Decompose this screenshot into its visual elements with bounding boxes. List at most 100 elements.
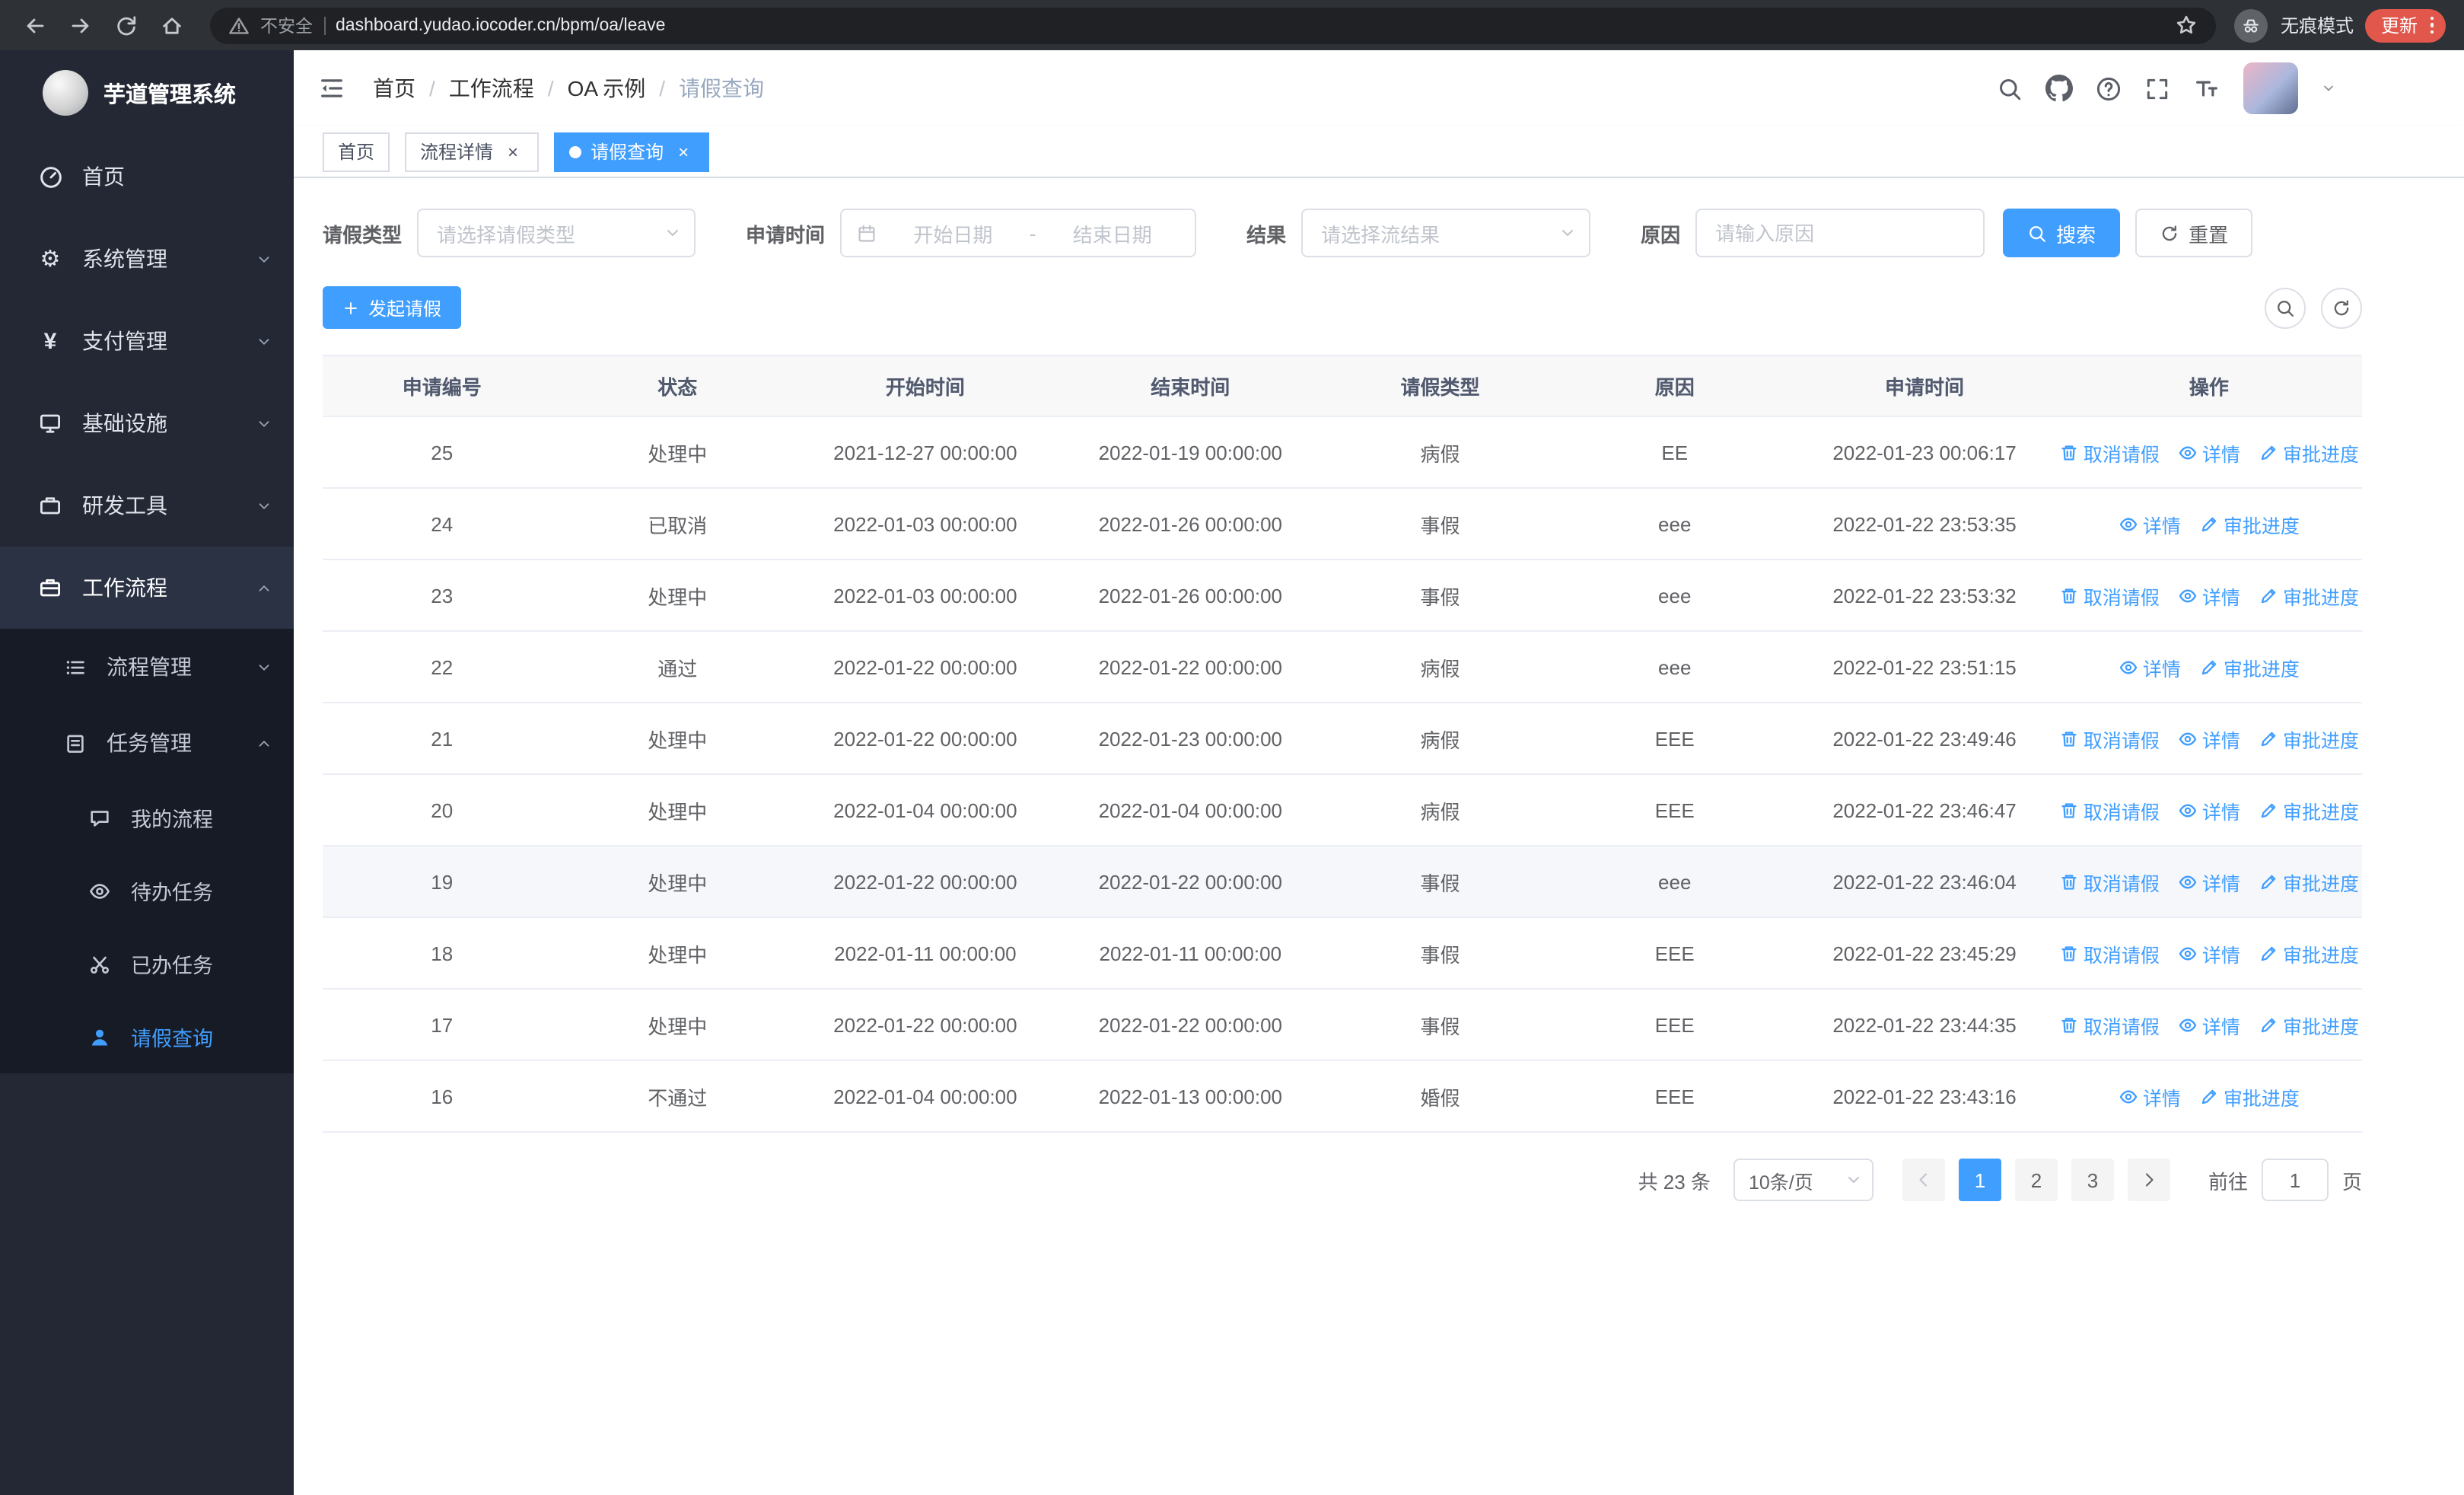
sidebar-item-leave-query[interactable]: 请假查询 (0, 1000, 294, 1073)
browser-back-icon[interactable] (15, 5, 55, 45)
approval-progress-link[interactable]: 审批进度 (2259, 438, 2359, 467)
cancel-leave-link[interactable]: 取消请假 (2059, 867, 2160, 896)
cell-end-time: 2022-01-22 00:00:00 (1098, 870, 1282, 893)
detail-link[interactable]: 详情 (2178, 1010, 2240, 1039)
approval-progress-link[interactable]: 审批进度 (2199, 509, 2300, 538)
page-button-1[interactable]: 1 (1958, 1159, 2001, 1201)
browser-home-icon[interactable] (152, 5, 192, 45)
github-icon[interactable] (2045, 75, 2073, 102)
tab-process-detail[interactable]: 流程详情 × (405, 132, 540, 171)
detail-link[interactable]: 详情 (2178, 939, 2240, 967)
avatar[interactable] (2243, 62, 2298, 114)
search-icon[interactable] (1997, 75, 2023, 101)
url-text[interactable]: dashboard.yudao.iocoder.cn/bpm/oa/leave (336, 16, 666, 34)
cell-reason: EEE (1654, 799, 1695, 821)
table-row[interactable]: 20 处理中 2022-01-04 00:00:00 2022-01-04 00:00… (323, 775, 2362, 846)
detail-link[interactable]: 详情 (2119, 1082, 2181, 1111)
security-label[interactable]: 不安全 (260, 13, 313, 37)
table-row[interactable]: 17 处理中 2022-01-22 00:00:00 2022-01-22 00:00… (323, 990, 2362, 1061)
detail-link[interactable]: 详情 (2119, 509, 2181, 538)
sidebar-item-todo-tasks[interactable]: 待办任务 (0, 854, 294, 927)
table-header-row: 申请编号 状态 开始时间 结束时间 请假类型 原因 申请时间 操作 (323, 356, 2362, 417)
detail-link[interactable]: 详情 (2178, 438, 2240, 467)
sidebar-item-dev-tools[interactable]: 研发工具 (0, 464, 294, 547)
approval-progress-link[interactable]: 审批进度 (2259, 724, 2359, 753)
close-icon[interactable]: × (502, 141, 524, 162)
sidebar-item-task-management[interactable]: 任务管理 (0, 705, 294, 781)
detail-link[interactable]: 详情 (2178, 724, 2240, 753)
detail-link[interactable]: 详情 (2178, 795, 2240, 824)
approval-progress-link[interactable]: 审批进度 (2199, 1082, 2300, 1111)
table-row[interactable]: 18 处理中 2022-01-11 00:00:00 2022-01-11 00:00… (323, 918, 2362, 990)
help-icon[interactable] (2096, 75, 2122, 101)
goto-page-input[interactable] (2261, 1159, 2329, 1201)
sidebar-item-infrastructure[interactable]: 基础设施 (0, 382, 294, 464)
breadcrumb-home[interactable]: 首页 (373, 73, 415, 104)
approval-progress-link[interactable]: 审批进度 (2259, 1010, 2359, 1039)
cancel-leave-link[interactable]: 取消请假 (2059, 724, 2160, 753)
chevron-down-icon[interactable] (2321, 81, 2336, 96)
sidebar-collapse-icon[interactable] (318, 75, 345, 102)
sidebar-item-workflow[interactable]: 工作流程 (0, 547, 294, 629)
reset-button[interactable]: 重置 (2135, 209, 2253, 257)
address-bar[interactable]: 不安全 dashboard.yudao.iocoder.cn/bpm/oa/le… (210, 7, 2217, 43)
table-row[interactable]: 25 处理中 2021-12-27 00:00:00 2022-01-19 00:00… (323, 417, 2362, 489)
browser-reload-icon[interactable] (107, 5, 146, 45)
bookmark-star-icon[interactable] (2176, 14, 2198, 37)
table-row[interactable]: 24 已取消 2022-01-03 00:00:00 2022-01-26 00:00… (323, 489, 2362, 560)
table-row[interactable]: 22 通过 2022-01-22 00:00:00 2022-01-22 00:00:… (323, 632, 2362, 703)
table-row[interactable]: 23 处理中 2022-01-03 00:00:00 2022-01-26 00:00… (323, 560, 2362, 632)
sidebar-item-my-process[interactable]: 我的流程 (0, 781, 294, 854)
fullscreen-icon[interactable] (2144, 75, 2170, 101)
close-icon[interactable]: × (673, 141, 694, 162)
table-row[interactable]: 16 不通过 2022-01-04 00:00:00 2022-01-13 00:00… (323, 1061, 2362, 1133)
result-select[interactable]: 请选择流结果 (1301, 209, 1591, 257)
cell-end-time: 2022-01-11 00:00:00 (1099, 942, 1282, 964)
refresh-button[interactable] (2321, 287, 2362, 328)
leave-type-select[interactable]: 请选择请假类型 (417, 209, 696, 257)
sidebar-item-system[interactable]: ⚙ 系统管理 (0, 218, 294, 300)
approval-progress-link[interactable]: 审批进度 (2259, 581, 2359, 610)
approval-progress-link[interactable]: 审批进度 (2199, 652, 2300, 681)
cell-apply-id: 21 (431, 727, 454, 750)
page-button-2[interactable]: 2 (2014, 1159, 2058, 1201)
table-row[interactable]: 21 处理中 2022-01-22 00:00:00 2022-01-23 00:00… (323, 703, 2362, 775)
approval-progress-link[interactable]: 审批进度 (2259, 867, 2359, 896)
page-button-3[interactable]: 3 (2071, 1159, 2114, 1201)
page-size-select[interactable]: 10条/页 (1733, 1159, 1873, 1201)
create-leave-button[interactable]: 发起请假 (323, 286, 462, 329)
reason-input[interactable] (1695, 209, 1985, 257)
toggle-search-button[interactable] (2265, 287, 2306, 328)
search-button[interactable]: 搜索 (2003, 209, 2121, 257)
browser-update-button[interactable]: 更新 (2365, 8, 2446, 42)
tab-leave-query[interactable]: 请假查询 × (554, 132, 710, 171)
browser-forward-icon[interactable] (61, 5, 100, 45)
cancel-leave-link[interactable]: 取消请假 (2059, 939, 2160, 967)
table-toolbar: 发起请假 (323, 286, 2362, 329)
detail-link[interactable]: 详情 (2178, 581, 2240, 610)
cancel-leave-link[interactable]: 取消请假 (2059, 581, 2160, 610)
sidebar-item-process-management[interactable]: 流程管理 (0, 629, 294, 705)
cancel-leave-link[interactable]: 取消请假 (2059, 1010, 2160, 1039)
tab-home[interactable]: 首页 (323, 132, 390, 171)
apply-time-range-picker[interactable]: 开始日期 - 结束日期 (840, 209, 1197, 257)
next-page-button[interactable] (2127, 1159, 2170, 1201)
start-date-input[interactable]: 开始日期 (886, 218, 1020, 247)
font-size-icon[interactable] (2193, 75, 2220, 102)
cancel-leave-link[interactable]: 取消请假 (2059, 795, 2160, 824)
approval-progress-link[interactable]: 审批进度 (2259, 939, 2359, 967)
cancel-leave-link[interactable]: 取消请假 (2059, 438, 2160, 467)
sidebar-item-payment[interactable]: ¥ 支付管理 (0, 300, 294, 382)
prev-page-button[interactable] (1902, 1159, 1945, 1201)
sidebar-item-done-tasks[interactable]: 已办任务 (0, 927, 294, 1000)
end-date-input[interactable]: 结束日期 (1045, 218, 1179, 247)
breadcrumb-workflow[interactable]: 工作流程 (449, 73, 534, 104)
browser-menu-icon[interactable] (2427, 16, 2437, 34)
detail-link[interactable]: 详情 (2119, 652, 2181, 681)
logo[interactable]: 芋道管理系统 (0, 50, 294, 135)
table-row[interactable]: 19 处理中 2022-01-22 00:00:00 2022-01-22 00:00… (323, 846, 2362, 918)
sidebar-item-home[interactable]: 首页 (0, 135, 294, 218)
breadcrumb-oa-example[interactable]: OA 示例 (568, 73, 646, 104)
approval-progress-link[interactable]: 审批进度 (2259, 795, 2359, 824)
detail-link[interactable]: 详情 (2178, 867, 2240, 896)
